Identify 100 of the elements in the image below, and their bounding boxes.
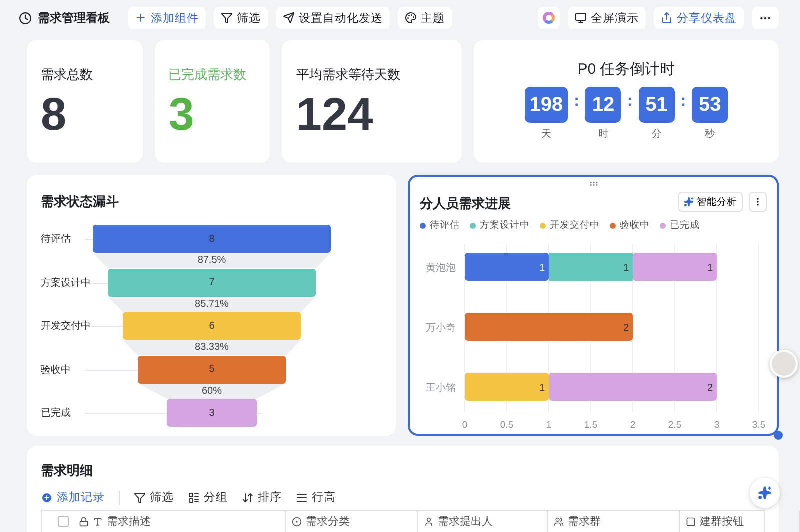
text-type-icon xyxy=(93,516,103,526)
category-label: 万小奇 xyxy=(426,323,456,334)
toolbar-button[interactable]: 筛选 xyxy=(214,7,268,29)
add-widget-button[interactable]: 添加组件 xyxy=(128,7,206,29)
share-icon xyxy=(661,12,673,24)
bar-value: 1 xyxy=(539,263,545,274)
countdown-title: P0 任务倒计时 xyxy=(576,60,676,79)
table-action-button[interactable]: 筛选 xyxy=(134,490,174,505)
people-icon xyxy=(554,516,564,526)
time-separator: : xyxy=(680,92,686,112)
axis-tick-label: 2.5 xyxy=(668,420,682,431)
column-title: 需求提出人 xyxy=(438,515,493,529)
stage-value: 7 xyxy=(209,277,215,288)
filter-icon xyxy=(134,492,146,504)
person-icon xyxy=(424,516,434,526)
stage-value: 6 xyxy=(209,320,215,332)
column-header[interactable]: 需求群 xyxy=(548,511,680,532)
bar-value: 2 xyxy=(707,383,713,394)
axis-tick-label: 3 xyxy=(714,420,720,431)
bar-value: 1 xyxy=(623,263,629,274)
more-button[interactable] xyxy=(749,192,767,212)
axis-tick-label: 1 xyxy=(546,420,552,431)
time-unit: 时 xyxy=(598,128,608,141)
clock-icon xyxy=(19,12,32,24)
stage-label: 待评估 xyxy=(41,232,72,246)
column-header[interactable]: 需求分类 xyxy=(286,511,418,532)
circle-icon xyxy=(292,516,302,526)
add-record-button[interactable]: 添加记录 xyxy=(41,490,105,505)
plus-icon xyxy=(135,12,147,24)
send-icon xyxy=(283,12,295,24)
column-header[interactable]: 建群按钮 xyxy=(680,511,800,532)
card-title: 需求明细 xyxy=(41,462,94,480)
bar-value: 1 xyxy=(539,383,545,394)
toolbar-button[interactable]: 设置自动化发送 xyxy=(276,7,390,29)
column-title: 需求群 xyxy=(568,515,601,529)
drag-handle-icon[interactable] xyxy=(588,179,598,189)
time-unit: 分 xyxy=(652,128,662,141)
axis-tick-label: 1.5 xyxy=(584,420,598,431)
resize-handle[interactable] xyxy=(774,431,783,440)
stage-label: 方案设计中 xyxy=(41,276,92,290)
stat-value: 3 xyxy=(168,88,196,140)
column-header[interactable]: 需求提出人 xyxy=(418,511,548,532)
conversion-rate: 60% xyxy=(202,386,222,397)
stage-value: 5 xyxy=(209,364,215,375)
sparkle-icon xyxy=(758,486,772,500)
stage-label: 已完成 xyxy=(41,406,72,420)
countdown-digit: 53 xyxy=(692,87,728,123)
funnel-icon xyxy=(221,12,233,24)
bar-value: 2 xyxy=(623,323,629,334)
share-button[interactable]: 分享仪表盘 xyxy=(654,7,744,29)
stat-value: 124 xyxy=(296,88,374,140)
countdown-digit: 51 xyxy=(638,87,675,123)
time-separator: : xyxy=(574,92,580,112)
stage-label: 开发交付中 xyxy=(41,320,92,333)
countdown-digit: 198 xyxy=(524,87,568,123)
sparkle-icon xyxy=(684,197,694,207)
square-icon xyxy=(686,516,696,526)
ai-analysis-button[interactable]: 智能分析 xyxy=(678,192,743,212)
more-button[interactable] xyxy=(752,7,779,29)
column-header[interactable]: 需求描述 xyxy=(42,511,286,532)
time-unit: 秒 xyxy=(705,128,716,141)
legend-item: 待评估 xyxy=(420,219,460,232)
stage-value: 8 xyxy=(209,234,215,244)
row-height-icon xyxy=(296,492,308,504)
column-title: 建群按钮 xyxy=(700,515,744,529)
axis-tick-label: 3.5 xyxy=(752,420,766,431)
card-title: 分人员需求进展 xyxy=(420,195,511,213)
stat-label: 已完成需求数 xyxy=(168,66,248,84)
ai-assistant-button[interactable] xyxy=(538,7,560,29)
stage-label: 验收中 xyxy=(41,364,72,376)
list-icon xyxy=(188,492,200,504)
countdown-digit: 12 xyxy=(585,87,622,123)
conversion-rate: 83.33% xyxy=(195,342,229,354)
conversion-rate: 87.5% xyxy=(198,255,226,266)
table-action-button[interactable]: 排序 xyxy=(242,490,282,505)
conversion-rate: 85.71% xyxy=(195,298,229,310)
stat-value: 8 xyxy=(41,88,68,140)
table-action-button[interactable]: 分组 xyxy=(188,490,228,505)
legend-item: 已完成 xyxy=(660,219,700,232)
toolbar-button[interactable]: 主题 xyxy=(398,7,452,29)
plus-circle-icon xyxy=(41,492,53,504)
table-action-button[interactable]: 行高 xyxy=(296,490,336,505)
category-label: 王小铭 xyxy=(426,383,456,394)
stat-label: 平均需求等待天数 xyxy=(296,66,402,84)
select-all-checkbox[interactable] xyxy=(58,516,69,527)
sort-icon xyxy=(242,492,254,504)
lock-icon xyxy=(79,516,89,526)
axis-tick-label: 0 xyxy=(462,420,468,431)
category-label: 黄泡泡 xyxy=(426,263,456,274)
stat-label: 需求总数 xyxy=(41,66,94,84)
monitor-icon xyxy=(575,12,587,24)
palette-icon xyxy=(405,12,417,24)
dashboard-title: 需求管理看板 xyxy=(38,10,110,26)
legend-item: 开发交付中 xyxy=(540,219,600,232)
toolbar-button[interactable]: 全屏演示 xyxy=(568,7,646,29)
legend-item: 验收中 xyxy=(610,219,650,232)
column-title: 需求分类 xyxy=(306,515,350,529)
time-unit: 天 xyxy=(541,128,552,141)
legend-item: 方案设计中 xyxy=(470,219,530,232)
time-separator: : xyxy=(627,92,633,112)
